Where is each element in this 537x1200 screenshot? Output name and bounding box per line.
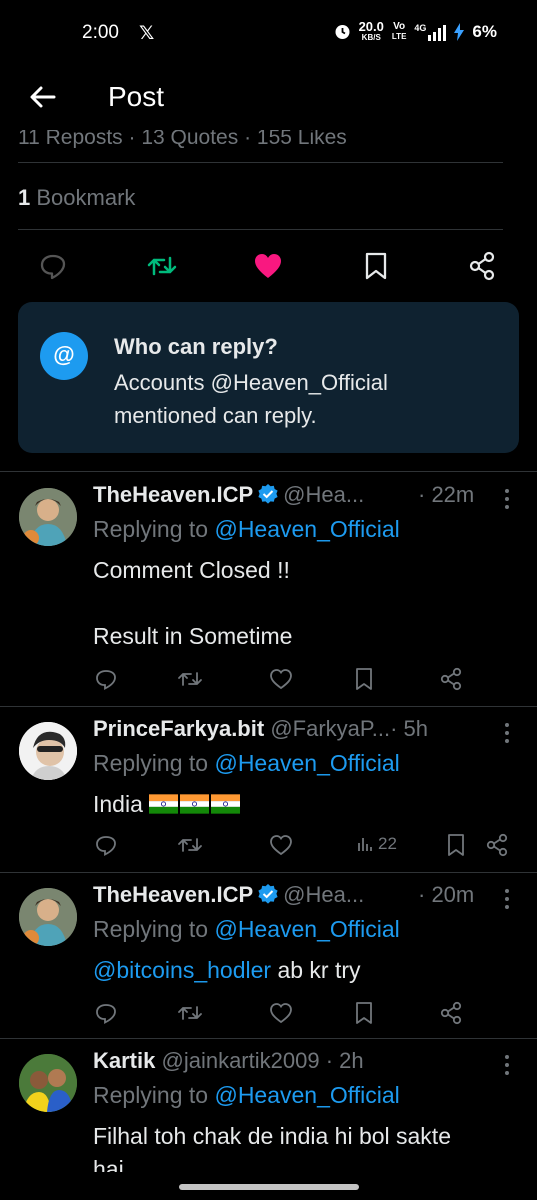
replying-to: Replying to @Heaven_Official: [93, 1082, 400, 1108]
divider: [0, 872, 537, 873]
display-name[interactable]: Kartik: [93, 1048, 155, 1073]
reply-meta: TheHeaven.ICP @Hea... · 20m: [93, 882, 493, 912]
reply-icon[interactable]: [93, 832, 119, 858]
who-can-reply-description: Accounts @Heaven_Official mentioned can …: [114, 370, 388, 428]
like-icon[interactable]: [268, 1000, 294, 1026]
like-icon[interactable]: [268, 832, 294, 858]
page-title: Post: [108, 81, 165, 112]
repost-icon[interactable]: [146, 250, 178, 282]
handle: @FarkyaP...: [270, 716, 391, 741]
views-icon: [358, 838, 372, 851]
x-logo-icon: 𝕏: [139, 23, 155, 44]
divider: [0, 706, 537, 707]
signal-icon: 4G: [414, 23, 447, 41]
reply-text: Comment Closed !!: [93, 557, 290, 583]
handle: @Hea...: [283, 882, 365, 907]
reply-item[interactable]: PrinceFarkya.bit @FarkyaP...· 5h Replyin…: [0, 716, 537, 866]
bookmark-icon[interactable]: [443, 832, 469, 858]
mention-link[interactable]: @bitcoins_hodler: [93, 957, 271, 983]
more-options-icon[interactable]: [499, 720, 515, 746]
display-name[interactable]: PrinceFarkya.bit: [93, 716, 264, 741]
share-icon[interactable]: [438, 1000, 464, 1026]
repost-icon[interactable]: [177, 1000, 203, 1026]
reply-item[interactable]: TheHeaven.ICP @Hea... · 20m Replying to @…: [0, 882, 537, 1032]
more-options-icon[interactable]: [499, 886, 515, 912]
divider: [0, 1038, 537, 1039]
handle: @Hea...: [283, 482, 365, 507]
more-options-icon[interactable]: [499, 1052, 515, 1078]
mention-icon: @: [40, 332, 88, 380]
divider: [18, 229, 503, 230]
verified-badge-icon: [258, 884, 278, 904]
reply-action-bar: 22: [0, 832, 537, 862]
reply-meta: TheHeaven.ICP @Hea... · 22m: [93, 482, 493, 512]
avatar[interactable]: [19, 888, 77, 946]
who-can-reply-card: @ Who can reply? Accounts @Heaven_Offici…: [18, 302, 519, 453]
bookmark-count[interactable]: 1 Bookmark: [18, 185, 135, 211]
avatar[interactable]: [19, 488, 77, 546]
back-arrow-icon[interactable]: [26, 80, 60, 114]
timestamp: · 22m: [418, 482, 475, 507]
bookmark-icon[interactable]: [360, 250, 392, 282]
reply-text: @bitcoins_hodler ab kr try: [93, 957, 361, 983]
repost-icon[interactable]: [177, 666, 203, 692]
timestamp: · 20m: [418, 882, 475, 907]
avatar[interactable]: [19, 1054, 77, 1112]
like-icon[interactable]: [268, 666, 294, 692]
network-speed: 20.0 KB/S: [358, 19, 384, 42]
timestamp: · 2h: [325, 1048, 364, 1073]
reply-action-bar: [0, 666, 537, 696]
battery-level: 6%: [472, 21, 497, 41]
reply-text: India: [93, 788, 242, 821]
mention-link[interactable]: @Heaven_Official: [214, 750, 399, 776]
status-time: 2:00: [82, 22, 119, 43]
more-options-icon[interactable]: [499, 486, 515, 512]
reply-meta: Kartik @jainkartik2009 · 2h: [93, 1048, 493, 1078]
mention-link[interactable]: @Heaven_Official: [214, 516, 399, 542]
replying-to: Replying to @Heaven_Official: [93, 916, 400, 942]
alarm-icon: [335, 25, 350, 39]
share-icon[interactable]: [484, 832, 510, 858]
home-indicator[interactable]: [179, 1184, 359, 1190]
divider: [18, 162, 503, 163]
replying-to: Replying to @Heaven_Official: [93, 516, 400, 542]
replying-to: Replying to @Heaven_Official: [93, 750, 400, 776]
view-count[interactable]: 22: [356, 834, 397, 854]
charging-icon: [454, 22, 465, 41]
reply-text: hai: [93, 1156, 124, 1172]
share-icon[interactable]: [466, 250, 498, 282]
reply-icon[interactable]: [37, 250, 69, 282]
share-icon[interactable]: [438, 666, 464, 692]
bookmark-icon[interactable]: [351, 666, 377, 692]
reply-text: Filhal toh chak de india hi bol sakte: [93, 1123, 451, 1149]
reply-item[interactable]: Kartik @jainkartik2009 · 2h Replying to …: [0, 1048, 537, 1172]
like-icon[interactable]: [252, 250, 284, 282]
repost-icon[interactable]: [177, 832, 203, 858]
display-name[interactable]: TheHeaven.ICP: [93, 482, 253, 507]
reply-item[interactable]: TheHeaven.ICP @Hea... · 22m Replying to @…: [0, 482, 537, 702]
india-flag-icon: [149, 794, 179, 814]
reply-icon[interactable]: [93, 666, 119, 692]
avatar[interactable]: [19, 722, 77, 780]
reply-icon[interactable]: [93, 1000, 119, 1026]
divider: [0, 471, 537, 472]
reply-action-bar: [0, 1000, 537, 1030]
who-can-reply-title: Who can reply?: [114, 334, 278, 359]
display-name[interactable]: TheHeaven.ICP: [93, 882, 253, 907]
verified-badge-icon: [258, 484, 278, 504]
handle: @jainkartik2009: [161, 1048, 320, 1073]
india-flag-icon: [211, 794, 241, 814]
volte-indicator: Vo LTE: [391, 20, 407, 41]
reply-meta: PrinceFarkya.bit @FarkyaP...· 5h: [93, 716, 493, 746]
india-flag-icon: [180, 794, 210, 814]
bookmark-icon[interactable]: [351, 1000, 377, 1026]
post-action-bar: [0, 244, 537, 288]
reply-text: Result in Sometime: [93, 623, 293, 649]
status-bar: 2:00 𝕏 20.0 KB/S Vo LTE 4G 6%: [0, 0, 537, 68]
top-app-bar: Post: [0, 68, 537, 130]
timestamp: · 5h: [390, 716, 428, 741]
mention-link[interactable]: @Heaven_Official: [214, 916, 399, 942]
status-indicators: 20.0 KB/S Vo LTE 4G 6%: [334, 20, 497, 43]
mention-link[interactable]: @Heaven_Official: [214, 1082, 399, 1108]
